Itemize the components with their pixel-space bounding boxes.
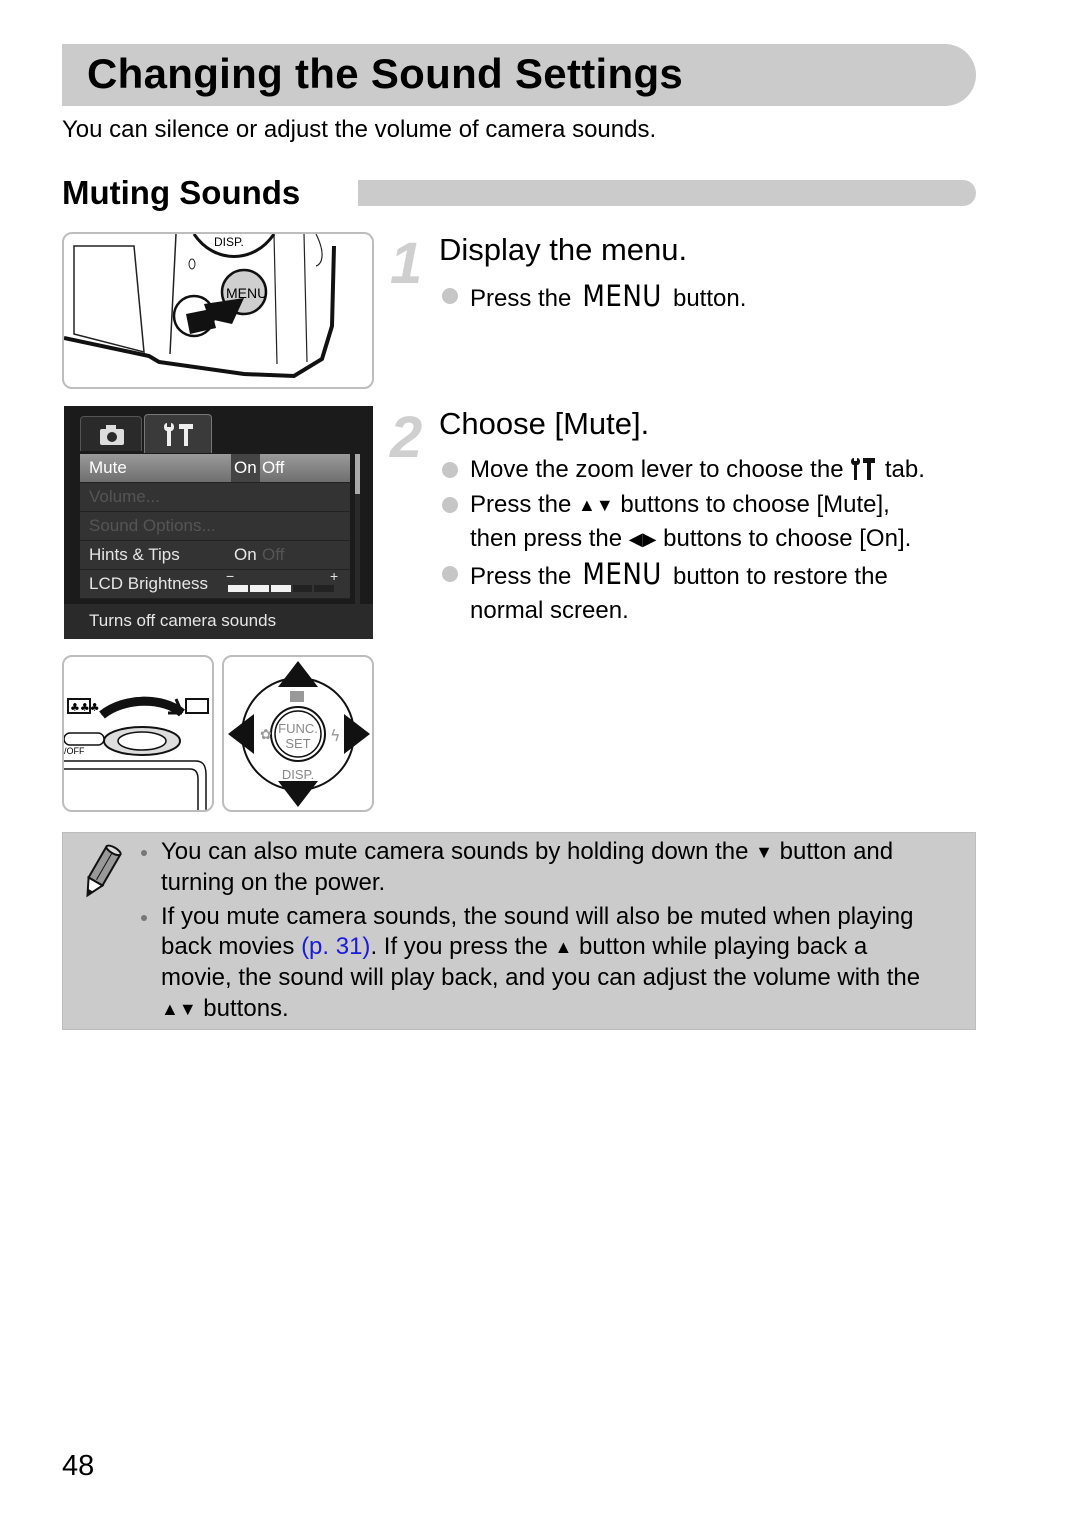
brightness-segment bbox=[228, 585, 248, 592]
set-label: SET bbox=[285, 736, 310, 751]
row-label: Hints & Tips bbox=[89, 545, 180, 564]
zoom-lever-illustration: ♣♣♣ /OFF bbox=[62, 655, 214, 812]
text: Press the bbox=[470, 490, 579, 518]
pencil-icon bbox=[86, 844, 122, 898]
disp-label: DISP. bbox=[214, 235, 244, 249]
section-rule bbox=[358, 180, 976, 206]
row-label: Sound Options... bbox=[89, 516, 216, 535]
row-label: LCD Brightness bbox=[89, 574, 209, 593]
step-2-bullet: Press the MENU button to restore the nor… bbox=[440, 557, 925, 629]
down-arrow-icon bbox=[278, 781, 318, 807]
intro-text: You can silence or adjust the volume of … bbox=[62, 116, 657, 143]
text: button to restore the bbox=[666, 562, 888, 590]
brightness-slider bbox=[228, 585, 334, 592]
page-title-bar: Changing the Sound Settings bbox=[62, 44, 976, 106]
text: normal screen. bbox=[470, 597, 629, 624]
menu-button-label: MENU bbox=[226, 285, 267, 301]
text: button. bbox=[666, 285, 747, 312]
text: Press the bbox=[470, 285, 579, 312]
macro-icon: ✿ bbox=[260, 727, 272, 743]
lcd-row-mute: Mute On Off bbox=[80, 454, 350, 483]
disp-label: DISP. bbox=[282, 767, 314, 782]
lcd-row-hints-tips: Hints & Tips On Off bbox=[80, 541, 350, 570]
off-label: /OFF bbox=[64, 746, 85, 756]
exposure-icon bbox=[290, 691, 304, 702]
wrench-hammer-tab-icon bbox=[851, 458, 876, 480]
lcd-row-lcd-brightness: LCD Brightness − + bbox=[80, 568, 350, 599]
tele-icon bbox=[185, 698, 209, 714]
up-down-arrows-icon: ▲▼ bbox=[578, 494, 614, 515]
settings-tab bbox=[144, 414, 212, 453]
text: If you mute camera sounds, the sound wil… bbox=[161, 902, 914, 930]
step-2-title: Choose [Mute]. bbox=[439, 406, 650, 441]
option-off: Off bbox=[262, 545, 285, 564]
note-item: You can also mute camera sounds by holdi… bbox=[141, 837, 971, 899]
option-on: On bbox=[234, 545, 257, 564]
text: then press the bbox=[470, 525, 629, 552]
help-text: Turns off camera sounds bbox=[89, 611, 277, 630]
note-item: If you mute camera sounds, the sound wil… bbox=[141, 902, 971, 1025]
page-31-link[interactable]: (p. 31) bbox=[301, 933, 370, 960]
text: You can also mute camera sounds by holdi… bbox=[161, 838, 756, 865]
page-number: 48 bbox=[62, 1450, 95, 1482]
step-number-1: 1 bbox=[390, 231, 423, 296]
brightness-segment bbox=[314, 585, 334, 592]
func-label: FUNC. bbox=[278, 721, 318, 736]
svg-text:♣♣♣: ♣♣♣ bbox=[70, 701, 100, 714]
control-dial-drawing: FUNC. SET DISP. ✿ ϟ bbox=[228, 661, 370, 807]
brightness-segment bbox=[249, 585, 270, 592]
lcd-row-volume: Volume... bbox=[80, 483, 350, 512]
control-dial-illustration: FUNC. SET DISP. ✿ ϟ bbox=[222, 655, 374, 812]
menu-button-icon: MENU bbox=[582, 556, 662, 591]
text: button while playing back a bbox=[572, 933, 868, 961]
note-box: You can also mute camera sounds by holdi… bbox=[62, 832, 976, 1030]
text: . If you press the bbox=[370, 933, 555, 961]
row-label: Mute bbox=[89, 458, 127, 477]
text: movie, the sound will play back, and you… bbox=[161, 964, 921, 992]
step-1-bullets: Press the MENU button. bbox=[440, 279, 746, 317]
flash-icon: ϟ bbox=[330, 726, 341, 745]
text: button and bbox=[773, 838, 894, 865]
lcd-help-text: Turns off camera sounds bbox=[64, 604, 373, 639]
text: back movies bbox=[161, 933, 302, 961]
camera-icon bbox=[100, 425, 124, 445]
camera-tab bbox=[80, 416, 142, 451]
text: buttons to choose [Mute], bbox=[613, 490, 890, 518]
section-heading: Muting Sounds bbox=[62, 174, 301, 211]
right-arrow-icon bbox=[344, 714, 370, 754]
brightness-segment bbox=[271, 585, 291, 592]
brightness-segment bbox=[292, 585, 313, 592]
text: tab. bbox=[878, 456, 925, 483]
text: Press the bbox=[470, 562, 579, 590]
step-number-2: 2 bbox=[390, 405, 423, 470]
up-down-arrows-icon: ▲▼ bbox=[161, 998, 197, 1019]
lcd-row-sound-options: Sound Options... bbox=[80, 512, 350, 541]
menu-button-icon: MENU bbox=[582, 279, 662, 313]
step-2-bullets: Move the zoom lever to choose the tab. P… bbox=[440, 453, 925, 629]
down-arrow-icon: ▼ bbox=[755, 842, 773, 862]
note-text: You can also mute camera sounds by holdi… bbox=[141, 837, 971, 1025]
step-1-bullet: Press the MENU button. bbox=[440, 279, 746, 317]
step-2-bullet: Move the zoom lever to choose the tab. bbox=[440, 453, 925, 488]
camera-back-drawing: DISP. MENU bbox=[64, 234, 336, 379]
step-2-bullet: Press the ▲▼ buttons to choose [Mute], t… bbox=[440, 488, 925, 557]
row-label: Volume... bbox=[89, 487, 160, 506]
up-arrow-icon bbox=[278, 661, 318, 687]
left-arrow-icon bbox=[228, 714, 254, 754]
zoom-lever-drawing: ♣♣♣ /OFF bbox=[64, 696, 209, 810]
lcd-scrollbar bbox=[355, 454, 360, 604]
page-title: Changing the Sound Settings bbox=[87, 50, 684, 97]
up-arrow-icon: ▲ bbox=[554, 937, 573, 958]
text: Move the zoom lever to choose the bbox=[470, 456, 851, 483]
camera-menu-button-illustration: DISP. MENU bbox=[62, 232, 374, 389]
left-right-arrows-icon: ◀▶ bbox=[628, 529, 657, 549]
text: turning on the power. bbox=[161, 868, 386, 896]
option-on: On bbox=[231, 454, 260, 482]
text: buttons. bbox=[196, 994, 289, 1022]
option-off: Off bbox=[262, 458, 285, 477]
text: buttons to choose [On]. bbox=[656, 525, 912, 552]
step-1-title: Display the menu. bbox=[439, 232, 688, 267]
lcd-menu-screen: Mute On Off Volume... Sound Options... H… bbox=[64, 406, 373, 639]
wrench-hammer-icon bbox=[164, 423, 193, 446]
